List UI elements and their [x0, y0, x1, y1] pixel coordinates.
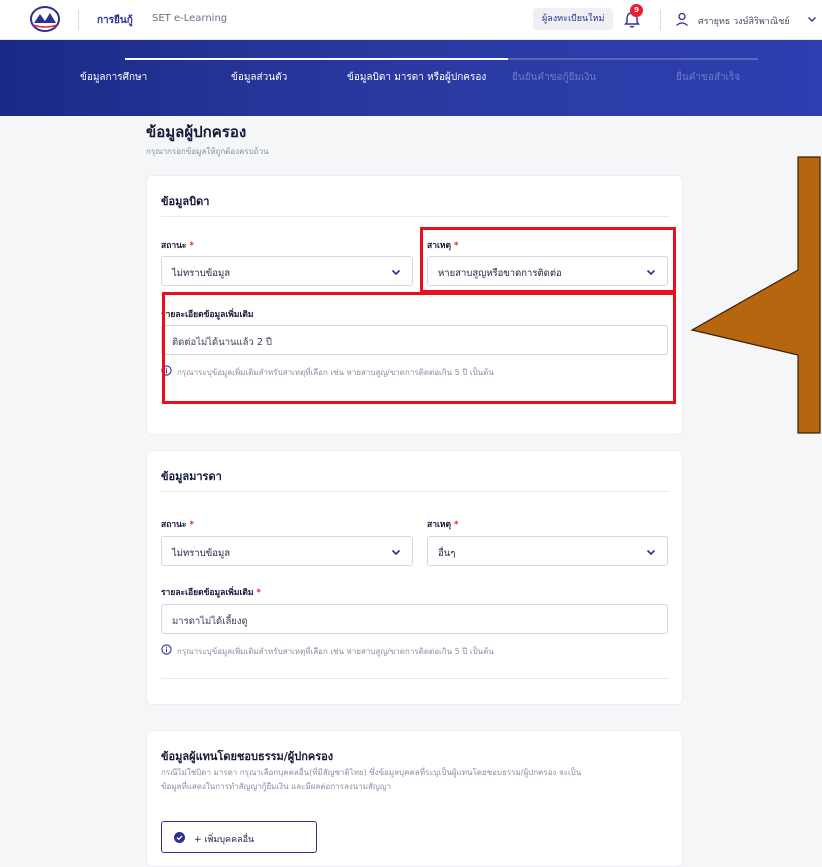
- mother-reason-select[interactable]: อื่นๆ: [427, 536, 668, 566]
- highlight-detail-box: [162, 292, 676, 404]
- chevron-down-icon[interactable]: [806, 13, 818, 25]
- chevron-down-icon: [646, 549, 656, 556]
- stepper-progress-done: [125, 58, 420, 60]
- guardian-desc-line-2: ข้อมูลที่แสดงในการทำสัญญากู้ยืมเงิน และม…: [161, 782, 392, 791]
- mother-detail-label: รายละเอียดข้อมูลเพิ่มเติม *: [161, 588, 261, 598]
- step-parents[interactable]: ข้อมูลบิดา มารดา หรือผู้ปกครอง: [347, 70, 486, 85]
- step-education[interactable]: ข้อมูลการศึกษา: [80, 70, 147, 85]
- stepper-progress-remaining: [508, 58, 758, 60]
- chevron-down-icon: [391, 269, 401, 276]
- guardian-desc-line-1: กรณีไม่ใช่บิดา มารดา กรุณาเลือกบุคคลอื่น…: [161, 768, 582, 777]
- father-card-title: ข้อมูลบิดา: [161, 195, 210, 208]
- mother-reason-value: อื่นๆ: [438, 548, 456, 559]
- step-personal[interactable]: ข้อมูลส่วนตัว: [231, 70, 287, 85]
- add-other-person-button[interactable]: + เพิ่มบุคคลอื่น: [161, 821, 317, 853]
- father-status-label: สถานะ *: [161, 241, 194, 251]
- mother-detail-input[interactable]: มารดาไม่ได้เลี้ยงดู: [161, 604, 668, 634]
- mother-reason-label: สาเหตุ *: [427, 520, 459, 530]
- logo-icon[interactable]: [30, 6, 60, 32]
- guardian-card-title: ข้อมูลผู้แทนโดยชอบธรรม/ผู้ปกครอง: [161, 750, 334, 763]
- user-icon[interactable]: [674, 11, 690, 27]
- mother-status-select[interactable]: ไม่ทราบข้อมูล: [161, 536, 413, 566]
- notification-badge: 9: [630, 4, 643, 17]
- header-divider: [78, 10, 79, 30]
- step-complete: ยื่นคำขอสำเร็จ: [676, 72, 741, 83]
- guardian-card: ข้อมูลผู้แทนโดยชอบธรรม/ผู้ปกครอง กรณีไม่…: [146, 730, 683, 867]
- page-title: ข้อมูลผู้ปกครอง: [146, 123, 247, 141]
- mother-card-title: ข้อมูลมารดา: [161, 470, 222, 483]
- check-circle-icon: [174, 832, 185, 843]
- mother-detail-hint: กรุณาระบุข้อมูลเพิ่มเติมสำหรับสาเหตุที่เ…: [177, 647, 494, 656]
- header-divider-2: [660, 10, 661, 30]
- stepper-progress-current: [420, 58, 508, 60]
- add-other-person-label: + เพิ่มบุคคลอื่น: [194, 835, 255, 845]
- father-status-value: ไม่ทราบข้อมูล: [172, 268, 231, 279]
- callout-arrow: [690, 156, 821, 434]
- info-icon: [161, 644, 172, 655]
- father-status-select[interactable]: ไม่ทราบข้อมูล: [161, 256, 413, 286]
- page-subtitle: กรุณากรอกข้อมูลให้ถูกต้องครบถ้วน: [146, 147, 269, 156]
- card-divider: [161, 491, 670, 492]
- new-register-button[interactable]: ผู้ลงทะเบียนใหม่: [533, 8, 614, 30]
- chevron-down-icon: [391, 549, 401, 556]
- user-name[interactable]: ศรายุทธ วงษ์สิริพาณิชย์: [698, 14, 790, 28]
- progress-stepper: ข้อมูลการศึกษา ข้อมูลส่วนตัว ข้อมูลบิดา …: [0, 40, 822, 116]
- mother-card: ข้อมูลมารดา สถานะ * ไม่ทราบข้อมูล สาเหตุ…: [146, 450, 683, 705]
- mother-status-value: ไม่ทราบข้อมูล: [172, 548, 231, 559]
- card-divider: [161, 678, 670, 679]
- step-confirm: ยืนยันคำขอกู้ยืมเงิน: [512, 72, 597, 83]
- mother-detail-value: มารดาไม่ได้เลี้ยงดู: [172, 616, 248, 627]
- nav-set-elearning[interactable]: SET e-Learning: [152, 13, 227, 24]
- mother-status-label: สถานะ *: [161, 520, 194, 530]
- nav-loan[interactable]: การยืนกู้: [97, 13, 133, 28]
- highlight-reason-box: [420, 227, 676, 293]
- card-divider: [161, 216, 670, 217]
- top-bar: การยืนกู้ SET e-Learning ผู้ลงทะเบียนใหม…: [0, 0, 822, 40]
